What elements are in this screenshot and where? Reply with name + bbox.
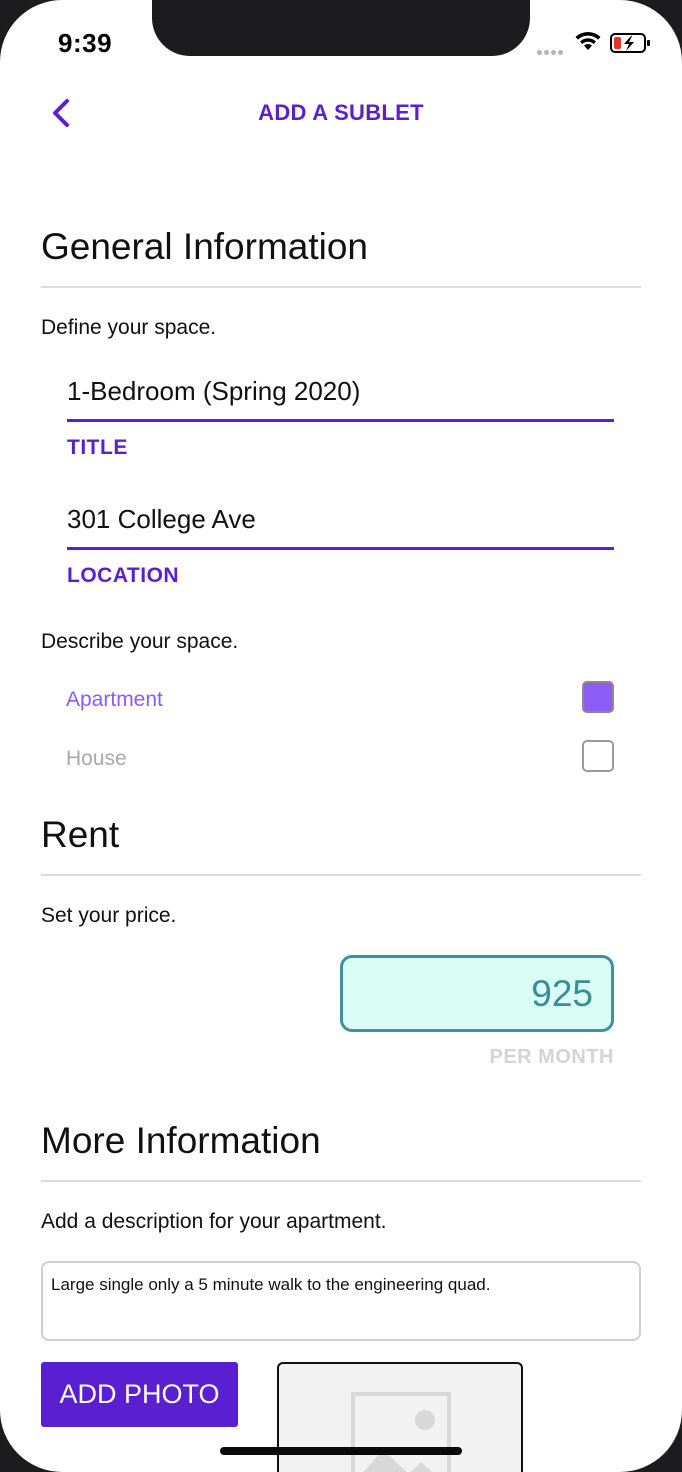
location-field[interactable]: 301 College Ave LOCATION xyxy=(67,497,614,588)
price-input[interactable]: 925 xyxy=(340,955,614,1032)
description-textarea[interactable]: Large single only a 5 minute walk to the… xyxy=(41,1261,641,1341)
section-divider xyxy=(41,1180,641,1182)
description-hint: Add a description for your apartment. xyxy=(41,1210,387,1233)
phone-screen: 9:39 ADD A SUBLET General Information De… xyxy=(0,0,682,1472)
page-title: ADD A SUBLET xyxy=(258,100,424,125)
device-notch xyxy=(152,0,530,56)
home-indicator[interactable] xyxy=(220,1447,462,1455)
describe-space-hint: Describe your space. xyxy=(41,630,239,653)
photo-preview xyxy=(277,1362,523,1472)
cellular-signal-icon xyxy=(537,42,565,60)
define-space-hint: Define your space. xyxy=(41,316,217,339)
title-field-label: TITLE xyxy=(67,436,128,459)
general-information-heading: General Information xyxy=(41,226,369,267)
location-underline xyxy=(67,547,614,550)
title-field[interactable]: 1-Bedroom (Spring 2020) TITLE xyxy=(67,369,614,460)
rent-heading: Rent xyxy=(41,814,120,855)
title-input[interactable]: 1-Bedroom (Spring 2020) xyxy=(67,369,614,413)
status-time: 9:39 xyxy=(58,28,113,58)
location-field-label: LOCATION xyxy=(67,564,180,587)
section-divider xyxy=(41,874,641,876)
house-checkbox[interactable] xyxy=(582,740,614,772)
location-input[interactable]: 301 College Ave xyxy=(67,497,614,541)
title-underline xyxy=(67,419,614,422)
option-house-label[interactable]: House xyxy=(66,747,127,771)
set-price-hint: Set your price. xyxy=(41,904,177,927)
section-divider xyxy=(41,286,641,288)
wifi-icon xyxy=(573,30,603,57)
image-placeholder-icon xyxy=(351,1392,451,1472)
per-month-label: PER MONTH xyxy=(489,1046,614,1068)
apartment-checkbox[interactable] xyxy=(582,681,614,713)
more-information-heading: More Information xyxy=(41,1120,321,1161)
add-photo-button[interactable]: ADD PHOTO xyxy=(41,1362,238,1427)
option-apartment-label[interactable]: Apartment xyxy=(66,688,163,712)
battery-charging-icon xyxy=(610,32,652,59)
